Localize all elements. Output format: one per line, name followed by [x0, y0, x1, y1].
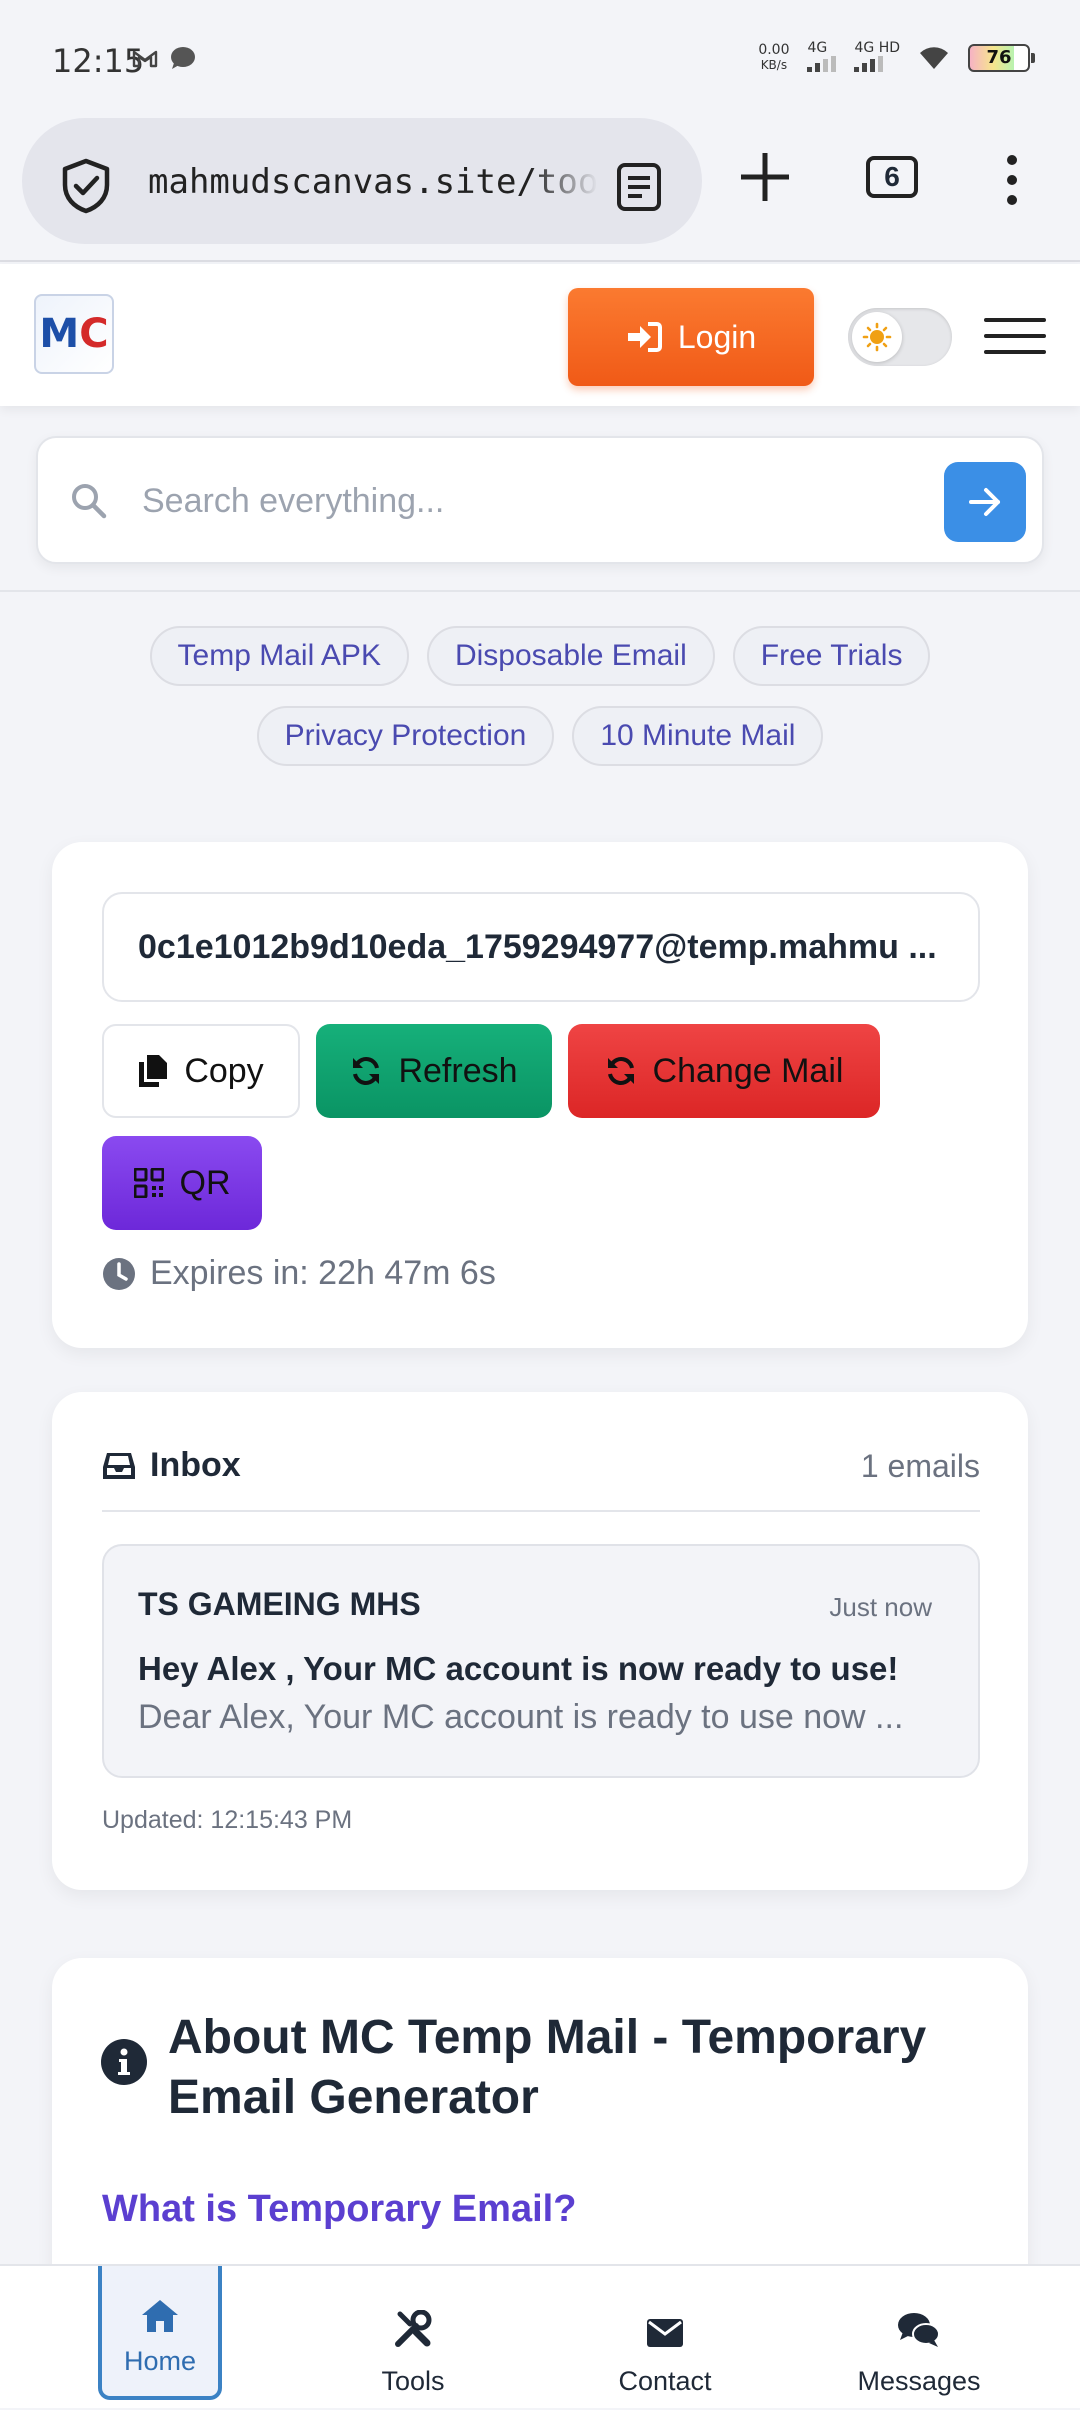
chip-10-minute-mail[interactable]: 10 Minute Mail: [572, 706, 824, 766]
chips-row-1: Temp Mail APK Disposable Email Free Tria…: [0, 626, 1080, 686]
search-box: [36, 436, 1044, 564]
arrow-right-icon: [969, 488, 1000, 516]
refresh-button[interactable]: Refresh: [316, 1024, 552, 1118]
address-bar[interactable]: mahmudscanvas.site/tools/temp-mail: [22, 118, 702, 244]
network-speed: 0.00 KB/s: [758, 43, 789, 73]
logo-c: C: [79, 311, 109, 357]
url-text[interactable]: mahmudscanvas.site/tools/temp-mail: [148, 162, 598, 202]
chip-disposable-email[interactable]: Disposable Email: [426, 626, 715, 686]
net1-label: 4G: [807, 40, 828, 56]
shield-check-icon[interactable]: [60, 158, 112, 214]
chip-free-trials[interactable]: Free Trials: [732, 626, 931, 686]
status-bar: 12:15 0.00 KB/s 4G 4G HD 76: [0, 0, 1080, 110]
battery-icon: 76: [968, 44, 1035, 72]
refresh-icon: [607, 1057, 634, 1085]
signal-sim1: 4G: [807, 40, 837, 76]
reader-mode-icon[interactable]: [616, 162, 662, 212]
qr-code-icon: [133, 1168, 164, 1198]
site-logo[interactable]: MC: [34, 294, 114, 374]
tab-switcher-button[interactable]: 6: [866, 156, 918, 198]
nav-tools[interactable]: Tools: [288, 2266, 538, 2410]
updated-timestamp: Updated: 12:15:43 PM: [102, 1806, 353, 1834]
email-sender: TS GAMEING MHS: [138, 1586, 421, 1622]
email-preview: Dear Alex, Your MC account is ready to u…: [138, 1698, 904, 1736]
search-submit-button[interactable]: [944, 462, 1026, 542]
browser-toolbar: mahmudscanvas.site/tools/temp-mail: [0, 110, 1080, 262]
inbox-header: Inbox 1 emails: [102, 1442, 980, 1512]
status-time: 12:15: [52, 42, 145, 80]
sun-icon: [862, 322, 892, 352]
message-icon: [171, 47, 195, 69]
about-title: About MC Temp Mail - Temporary Email Gen…: [168, 2011, 927, 2124]
wifi-icon: [920, 47, 948, 69]
theme-toggle[interactable]: [848, 308, 952, 366]
chat-icon: [898, 2313, 940, 2347]
inbox-card: Inbox 1 emails TS GAMEING MHS Just now H…: [52, 1392, 1028, 1890]
login-label: Login: [677, 318, 757, 355]
email-time: Just now: [829, 1592, 932, 1622]
qr-label: QR: [179, 1163, 231, 1202]
login-icon: [627, 322, 662, 352]
nav-messages-label: Messages: [857, 2366, 981, 2396]
signal-bars-icon: [854, 56, 900, 72]
refresh-label: Refresh: [398, 1051, 518, 1090]
qr-button[interactable]: QR: [102, 1136, 262, 1230]
nav-home[interactable]: Home: [98, 2266, 222, 2400]
net2-label: 4G HD: [854, 40, 900, 56]
login-button[interactable]: Login: [568, 288, 814, 386]
notification-icons: [132, 46, 196, 70]
speed-value: 0.00: [758, 42, 790, 58]
about-subtitle: What is Temporary Email?: [102, 2188, 577, 2230]
copy-label: Copy: [184, 1051, 264, 1090]
nav-home-label: Home: [123, 2346, 197, 2376]
divider: [0, 590, 1080, 592]
chip-temp-mail-apk[interactable]: Temp Mail APK: [149, 626, 409, 686]
email-subject: Hey Alex , Your MC account is now ready …: [138, 1650, 899, 1687]
email-address-field[interactable]: 0c1e1012b9d10eda_1759294977@temp.mahmu .…: [102, 892, 980, 1002]
hamburger-menu-icon[interactable]: [984, 318, 1046, 354]
bottom-navigation: Home Tools Contact Messages: [0, 2264, 1080, 2408]
search-icon: [72, 484, 107, 519]
email-list-item[interactable]: TS GAMEING MHS Just now Hey Alex , Your …: [102, 1544, 980, 1778]
toggle-knob: [852, 312, 902, 362]
more-menu-icon[interactable]: [1004, 154, 1020, 206]
temp-mail-card: 0c1e1012b9d10eda_1759294977@temp.mahmu .…: [52, 842, 1028, 1348]
gmail-icon: [132, 50, 158, 68]
clock-icon: [103, 1257, 135, 1290]
tools-icon: [395, 2310, 432, 2347]
status-right-group: 0.00 KB/s 4G 4G HD 76: [758, 40, 1035, 76]
signal-sim2: 4G HD: [854, 40, 900, 76]
refresh-icon: [353, 1057, 380, 1085]
inbox-title: Inbox: [102, 1446, 241, 1485]
nav-contact[interactable]: Contact: [540, 2266, 790, 2410]
signal-bars-icon: [807, 56, 837, 72]
nav-contact-label: Contact: [618, 2366, 712, 2396]
inbox-title-text: Inbox: [150, 1446, 241, 1484]
speed-unit: KB/s: [760, 58, 788, 72]
search-input[interactable]: [140, 468, 940, 534]
envelope-icon: [647, 2319, 683, 2347]
new-tab-icon[interactable]: [738, 150, 792, 204]
change-mail-label: Change Mail: [652, 1051, 844, 1090]
expires-text: Expires in: 22h 47m 6s: [150, 1254, 496, 1292]
inbox-icon: [103, 1452, 135, 1479]
chips-row-2: Privacy Protection 10 Minute Mail: [0, 706, 1080, 766]
copy-button[interactable]: Copy: [102, 1024, 300, 1118]
home-icon: [142, 2300, 178, 2332]
site-header: MC Login: [0, 264, 1080, 406]
nav-messages[interactable]: Messages: [794, 2266, 1044, 2410]
inbox-count: 1 emails: [860, 1448, 980, 1484]
change-mail-button[interactable]: Change Mail: [568, 1024, 880, 1118]
info-icon: [101, 2039, 147, 2085]
logo-m: M: [39, 311, 80, 357]
chip-privacy-protection[interactable]: Privacy Protection: [256, 706, 555, 766]
expiry-timer: Expires in: 22h 47m 6s: [102, 1254, 496, 1293]
copy-icon: [139, 1055, 168, 1087]
nav-tools-label: Tools: [381, 2366, 445, 2396]
